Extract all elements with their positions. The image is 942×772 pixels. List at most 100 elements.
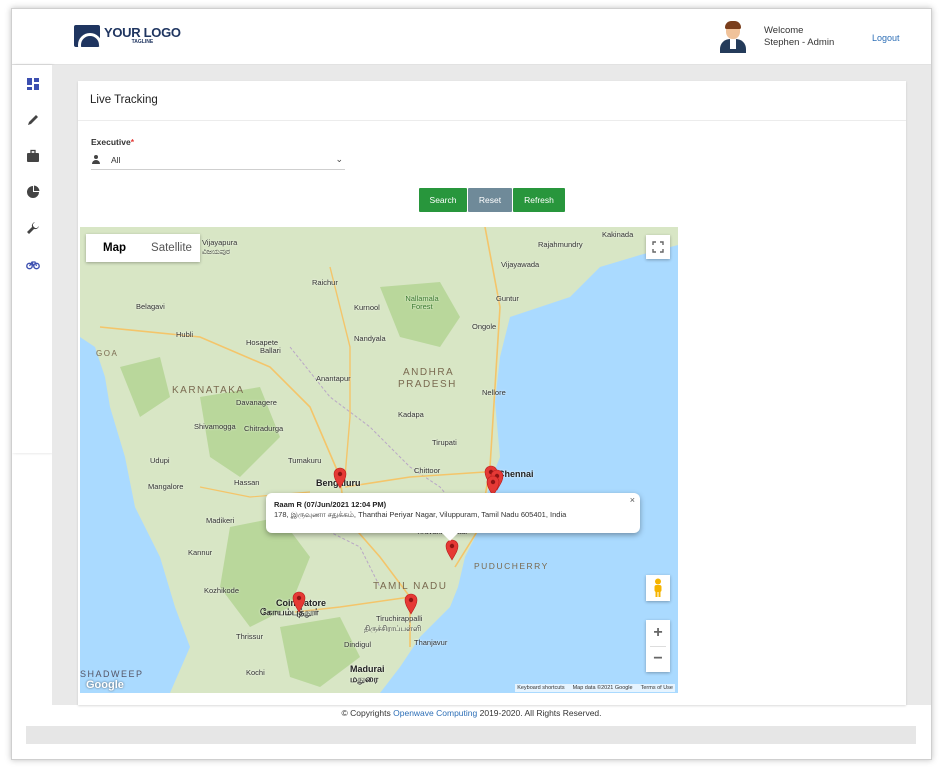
city-label: மதுரை	[350, 674, 379, 684]
logo-tagline: TAGLINE	[131, 39, 154, 45]
region-label: ANDHRA	[403, 367, 455, 378]
company-link[interactable]: Openwave Computing	[393, 708, 477, 718]
dashboard-icon[interactable]	[26, 77, 40, 91]
top-header: YOUR LOGO TAGLINE Welcome Stephen - Admi…	[12, 9, 931, 65]
city-label: Chittoor	[414, 466, 441, 475]
city-label: Kurnool	[354, 303, 380, 312]
city-label: திருச்சிராப்பள்ளி	[364, 624, 422, 633]
city-label: கோயம்புத்தூர்	[260, 607, 319, 617]
region-label: PRADESH	[398, 379, 457, 390]
region-label: TAMIL NADU	[373, 581, 448, 592]
city-label: Anantapur	[316, 374, 351, 383]
city-label: Tirupati	[432, 438, 457, 447]
bicycle-icon[interactable]	[26, 257, 40, 271]
city-label: Vijayapura	[202, 238, 238, 247]
wrench-icon[interactable]	[26, 221, 40, 235]
logout-link[interactable]: Logout	[872, 33, 900, 43]
info-title: Raam R (07/Jun/2021 12:04 PM)	[274, 500, 387, 509]
avatar	[718, 21, 748, 53]
app-window: YOUR LOGO TAGLINE Welcome Stephen - Admi…	[11, 8, 932, 760]
city-label: Guntur	[496, 294, 519, 303]
page-title: Live Tracking	[90, 94, 158, 106]
city-label: Hubli	[176, 330, 194, 339]
region-label: GOA	[96, 349, 119, 358]
zoom-out-button[interactable]: −	[646, 647, 670, 673]
city-label: Thanjavur	[414, 638, 448, 647]
fullscreen-button[interactable]	[646, 235, 670, 259]
city-label: Madikeri	[206, 516, 235, 525]
city-label: Belagavi	[136, 302, 165, 311]
city-label: Kakinada	[602, 230, 634, 239]
briefcase-icon[interactable]	[26, 149, 40, 163]
city-label: Nandyala	[354, 334, 386, 343]
user-info: Welcome Stephen - Admin	[718, 21, 834, 53]
city-label: Kozhikode	[204, 586, 240, 595]
city-label: Nellore	[482, 388, 506, 397]
city-label: Nallamala Forest	[405, 294, 439, 311]
city-label: Thrissur	[236, 632, 264, 641]
city-label: Kadapa	[398, 410, 424, 419]
city-label: Kannur	[188, 548, 213, 557]
reset-button[interactable]: Reset	[468, 188, 512, 212]
logo-text: YOUR LOGO	[104, 25, 181, 40]
map-attribution: Keyboard shortcuts Map data ©2021 Google…	[515, 684, 675, 692]
info-address: 178, இருவுணா சதுக்கம், Thanthai Periyar …	[274, 510, 567, 519]
map-marker[interactable]	[333, 467, 347, 489]
sidebar	[12, 65, 52, 453]
region-label: KARNATAKA	[172, 385, 245, 396]
city-label: Tiruchirappalli	[376, 614, 423, 623]
divider	[78, 120, 906, 121]
city-label: Udupi	[150, 456, 170, 465]
city-label: Davanagere	[236, 398, 277, 407]
terms-link[interactable]: Terms of Use	[641, 685, 673, 691]
footer-copyright: © Copyrights Openwave Computing 2019-202…	[341, 708, 602, 718]
region-label: PUDUCHERRY	[474, 561, 549, 571]
logo-mark-icon	[74, 25, 100, 47]
pencil-icon[interactable]	[26, 113, 40, 127]
search-button[interactable]: Search	[419, 188, 467, 212]
map[interactable]: KARNATAKA ANDHRA PRADESH TAMIL NADU PUDU…	[80, 227, 678, 693]
executive-select-value: All	[111, 154, 121, 165]
marker-info-window: Raam R (07/Jun/2021 12:04 PM) 178, இருவு…	[266, 493, 640, 541]
map-marker[interactable]	[404, 593, 418, 615]
city-label: Hassan	[234, 478, 260, 487]
city-label: Madurai	[350, 664, 385, 674]
live-tracking-card: Live Tracking Executive* All ⌄ Search Re…	[78, 81, 906, 705]
region-label: SHADWEEP	[80, 669, 144, 679]
city-label: Mangalore	[148, 482, 184, 491]
pie-chart-icon[interactable]	[26, 185, 40, 199]
city-label: Raichur	[312, 278, 338, 287]
city-label: Vijayawada	[501, 260, 540, 269]
welcome-text: Welcome	[764, 25, 804, 36]
footer-bar	[26, 726, 916, 744]
keyboard-shortcuts-link[interactable]: Keyboard shortcuts	[517, 685, 564, 691]
city-label: Ongole	[472, 322, 497, 331]
zoom-control: + −	[646, 620, 670, 672]
city-label: Chitradurga	[244, 424, 284, 433]
zoom-in-button[interactable]: +	[646, 620, 670, 646]
close-icon[interactable]: ×	[630, 495, 635, 505]
map-marker[interactable]	[445, 539, 459, 561]
chevron-down-icon: ⌄	[335, 154, 343, 164]
refresh-button[interactable]: Refresh	[513, 188, 565, 212]
city-label: Dindigul	[344, 640, 372, 649]
city-label: ವಿಜಯಪುರ	[202, 247, 230, 256]
map-marker[interactable]	[292, 591, 306, 613]
google-logo: Google	[86, 679, 124, 691]
city-label: Ballari	[260, 346, 281, 355]
city-label: Kochi	[246, 668, 265, 677]
map-type-toggle: Map Satellite	[86, 234, 200, 262]
map-tab[interactable]: Map	[86, 234, 143, 262]
executive-select[interactable]: All ⌄	[91, 150, 345, 170]
logo[interactable]: YOUR LOGO TAGLINE	[74, 25, 181, 47]
city-label: Shivamogga	[194, 422, 236, 431]
city-label: Tumakuru	[288, 456, 322, 465]
city-label: Rajahmundry	[538, 240, 583, 249]
map-data-text: Map data ©2021 Google	[572, 685, 633, 691]
street-view-button[interactable]	[646, 575, 670, 601]
satellite-tab[interactable]: Satellite	[143, 234, 200, 262]
user-name: Stephen - Admin	[764, 37, 835, 48]
person-icon	[91, 154, 101, 165]
executive-label: Executive*	[91, 137, 135, 147]
fullscreen-icon	[652, 241, 664, 253]
